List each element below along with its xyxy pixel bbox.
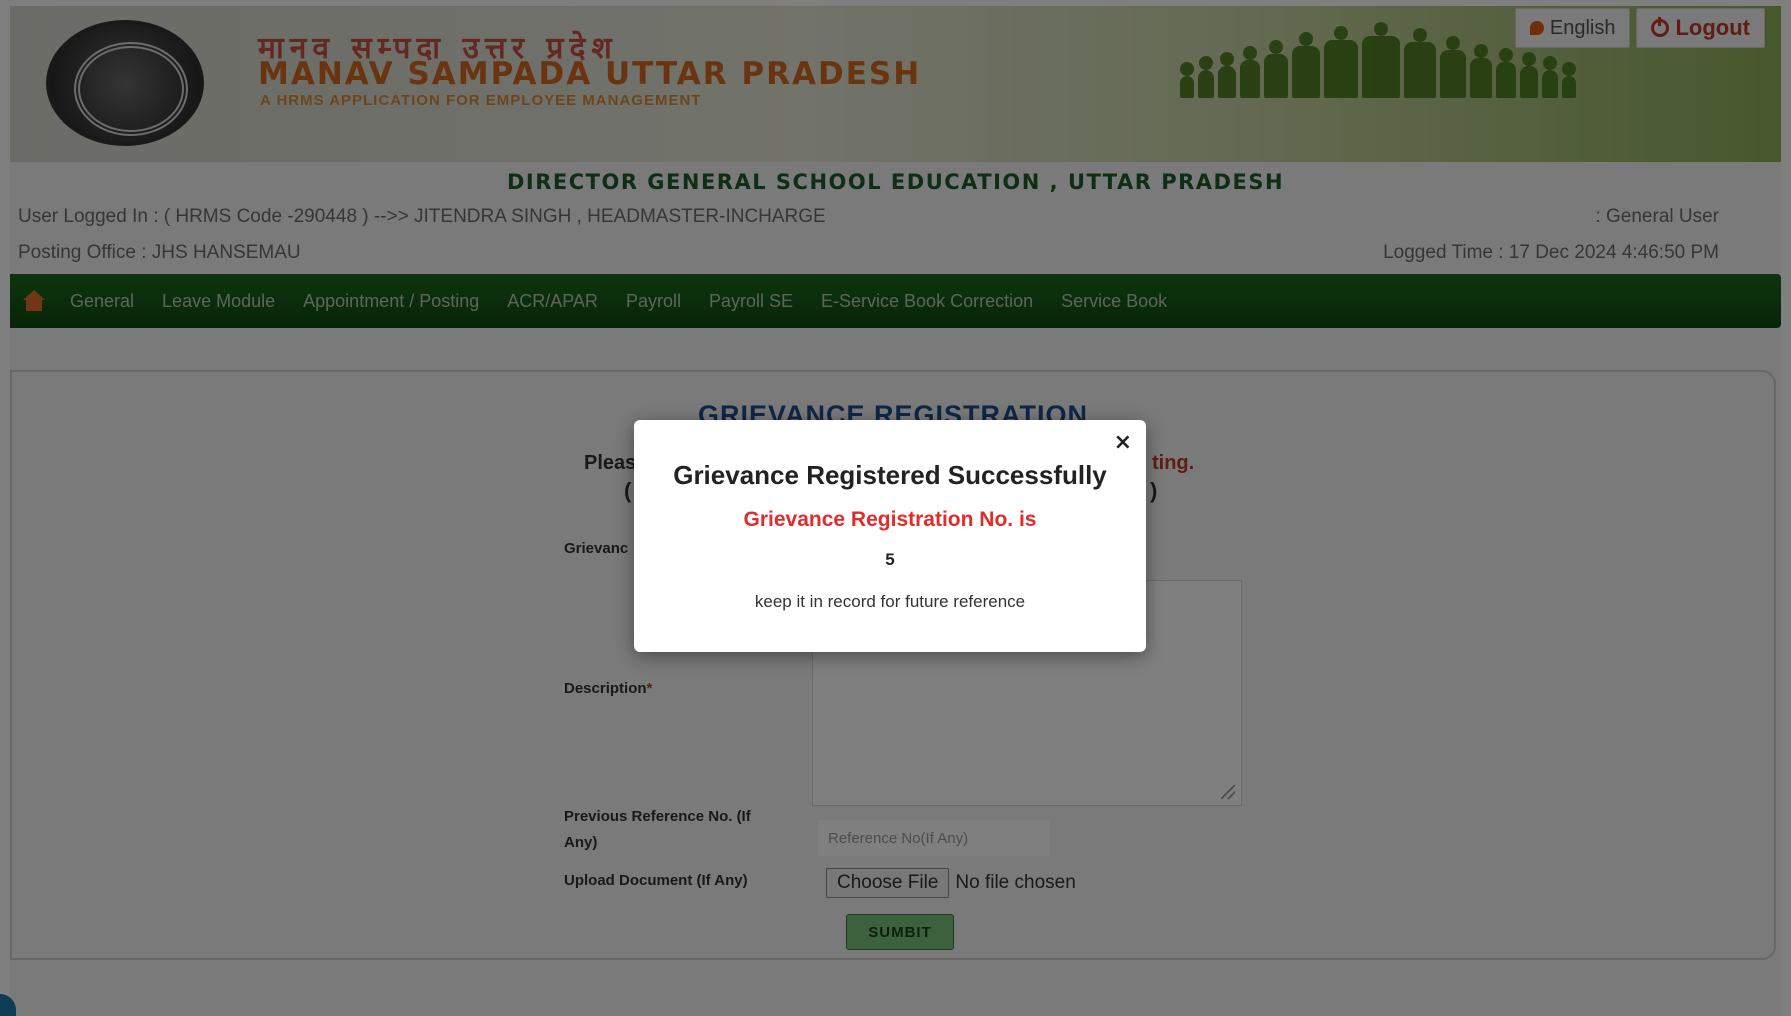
success-modal: × Grievance Registered Successfully Grie… [634,420,1146,652]
close-icon[interactable]: × [1114,432,1132,454]
modal-title: Grievance Registered Successfully [673,460,1107,490]
registration-number: 5 [885,550,895,569]
registration-label: Grievance Registration No. is [743,508,1037,531]
modal-note: keep it in record for future reference [754,592,1026,611]
